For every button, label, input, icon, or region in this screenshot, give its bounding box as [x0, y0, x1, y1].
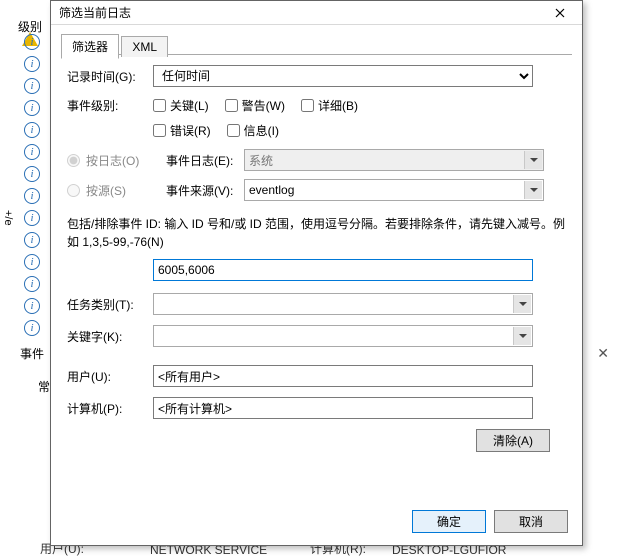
event-source-dropdown[interactable]: eventlog	[244, 179, 544, 201]
event-id-input[interactable]	[153, 259, 533, 281]
task-label: 任务类别(T):	[67, 296, 153, 313]
chevron-down-icon[interactable]	[524, 181, 542, 199]
chk-information[interactable]	[227, 124, 240, 137]
tab-filter[interactable]: 筛选器	[61, 34, 119, 59]
dialog-title: 筛选当前日志	[59, 4, 542, 21]
chk-error[interactable]	[153, 124, 166, 137]
radio-by-source-label: 按源(S)	[86, 182, 166, 199]
user-input[interactable]: <所有用户>	[153, 365, 533, 387]
bg-chang-label: 常	[38, 378, 50, 395]
chevron-down-icon	[524, 151, 542, 169]
event-log-label: 事件日志(E):	[166, 152, 244, 169]
radio-by-log-label: 按日志(O)	[86, 152, 166, 169]
clear-button[interactable]: 清除(A)	[476, 429, 550, 452]
filter-dialog: 筛选当前日志 筛选器 XML 记录时间(G): 任何时间 事件级别: 关键(L)…	[50, 0, 583, 546]
bg-close-icon[interactable]: ✕	[597, 345, 609, 362]
level-label: 事件级别:	[67, 97, 153, 114]
user-label: 用户(U):	[67, 368, 153, 385]
chk-verbose[interactable]	[301, 99, 314, 112]
chk-error-wrap[interactable]: 错误(R)	[153, 122, 211, 139]
computer-input[interactable]: <所有计算机>	[153, 397, 533, 419]
bg-side-text: +/e	[2, 210, 14, 226]
chk-verbose-wrap[interactable]: 详细(B)	[301, 97, 358, 114]
logged-label: 记录时间(G):	[67, 68, 153, 85]
logged-select[interactable]: 任何时间	[153, 65, 533, 87]
keywords-label: 关键字(K):	[67, 328, 153, 345]
keywords-dropdown[interactable]	[153, 325, 533, 347]
id-description: 包括/排除事件 ID: 输入 ID 号和/或 ID 范围，使用逗号分隔。若要排除…	[67, 215, 566, 251]
tab-xml[interactable]: XML	[121, 36, 168, 57]
task-dropdown[interactable]	[153, 293, 533, 315]
chk-critical-wrap[interactable]: 关键(L)	[153, 97, 209, 114]
radio-by-log	[67, 154, 80, 167]
close-button[interactable]	[542, 2, 578, 24]
bg-info-icons: iiiiiiiiiiiiii	[24, 34, 40, 342]
titlebar: 筛选当前日志	[51, 1, 582, 25]
chevron-down-icon[interactable]	[513, 327, 531, 345]
ok-button[interactable]: 确定	[412, 510, 486, 533]
chk-critical[interactable]	[153, 99, 166, 112]
computer-label: 计算机(P):	[67, 400, 153, 417]
bg-event-label: 事件	[20, 345, 44, 362]
tabstrip: 筛选器 XML	[61, 33, 572, 55]
chevron-down-icon[interactable]	[513, 295, 531, 313]
cancel-button[interactable]: 取消	[494, 510, 568, 533]
close-icon	[555, 8, 565, 18]
event-log-dropdown: 系统	[244, 149, 544, 171]
chk-warning[interactable]	[225, 99, 238, 112]
event-source-label: 事件来源(V):	[166, 182, 244, 199]
chk-information-wrap[interactable]: 信息(I)	[227, 122, 279, 139]
radio-by-source	[67, 184, 80, 197]
chk-warning-wrap[interactable]: 警告(W)	[225, 97, 285, 114]
